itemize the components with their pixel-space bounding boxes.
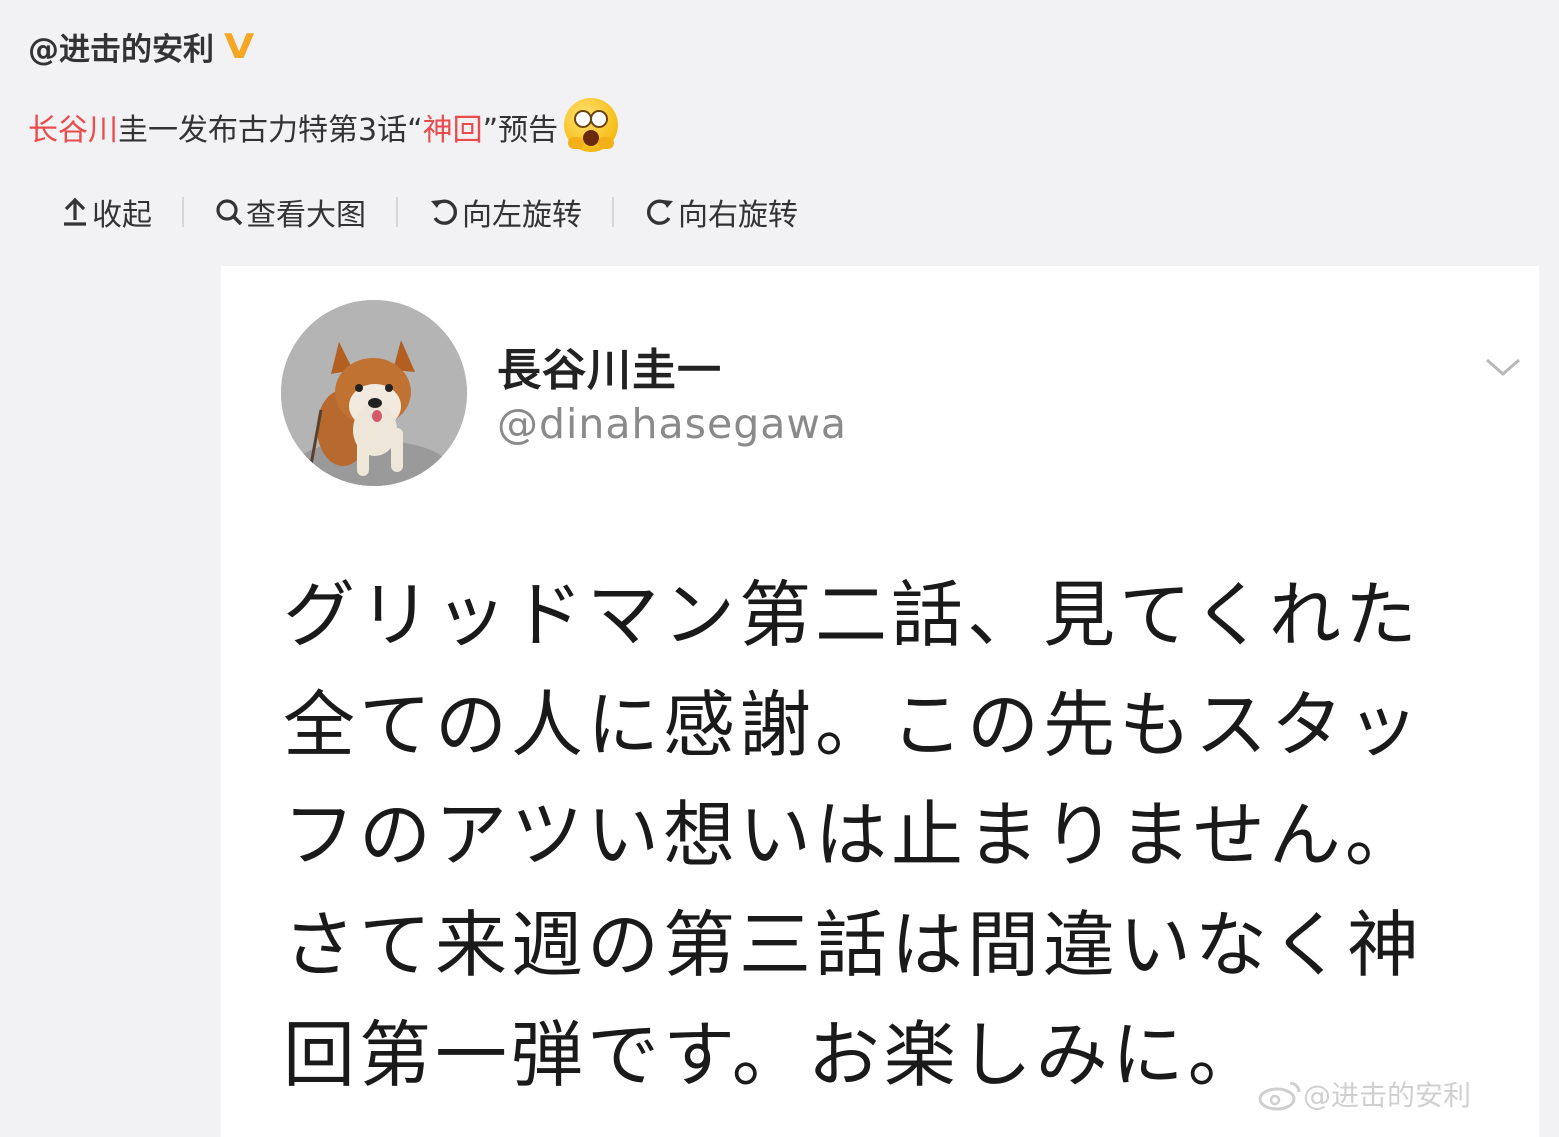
tweet-author-handle: @dinahasegawa [497,400,848,448]
arrow-up-icon [60,196,90,228]
rotate-right-icon [644,196,676,228]
avatar [281,300,467,486]
collapse-label: 收起 [92,198,152,233]
shiba-dog-icon [281,300,467,486]
highlight-link[interactable]: 神回 [423,105,483,149]
post-text-tail: ”预告 [482,113,559,148]
tweet-text: グリッドマン第二話、見てくれた 全ての人に感謝。この先もスタッ フのアツい想いは… [283,560,1483,1110]
rotate-left-button[interactable]: 向左旋转 [428,190,582,234]
weibo-logo-icon [1258,1081,1301,1111]
scream-emoji-icon [564,98,619,152]
rotate-left-icon [428,196,460,228]
post-author: @进击的安利 V [28,24,255,69]
tweet-line: 全ての人に感謝。この先もスタッ [283,683,1424,767]
search-icon [214,196,244,228]
toolbar-divider [182,197,184,227]
toolbar-divider [396,197,398,227]
post-image[interactable]: 長谷川圭一 @dinahasegawa グリッドマン第二話、見てくれた 全ての人… [221,266,1539,1137]
watermark-text: @进击的安利 [1303,1079,1472,1112]
weibo-post: @进击的安利 V 长谷川 圭一发布古力特第3话“ 神回 ”预告 收起 查看大图 … [0,0,1559,1137]
view-large-button[interactable]: 查看大图 [214,190,366,234]
author-name[interactable]: @进击的安利 [28,24,214,69]
tweet-line: フのアツい想いは止まりません。 [283,793,1421,877]
tweet-line: さて来週の第三話は間違いなく神 [283,903,1424,987]
topic-link[interactable]: 长谷川 [28,105,118,149]
toolbar-divider [612,197,614,227]
verified-icon: V [224,26,255,67]
rotate-right-label: 向右旋转 [678,198,798,233]
image-toolbar: 收起 查看大图 向左旋转 向右旋转 [60,190,798,234]
rotate-right-button[interactable]: 向右旋转 [644,190,798,234]
rotate-left-label: 向左旋转 [462,198,582,233]
view-large-label: 查看大图 [246,198,366,233]
chevron-down-icon [1483,354,1523,384]
tweet-line: グリッドマン第二話、見てくれた [283,573,1421,657]
collapse-button[interactable]: 收起 [60,190,152,234]
watermark: @进击的安利 [1257,1074,1471,1114]
post-text: 长谷川 圭一发布古力特第3话“ 神回 ”预告 [28,98,619,152]
tweet-author-name: 長谷川圭一 [497,345,722,396]
post-text-middle: 圭一发布古力特第3话“ [118,113,423,148]
